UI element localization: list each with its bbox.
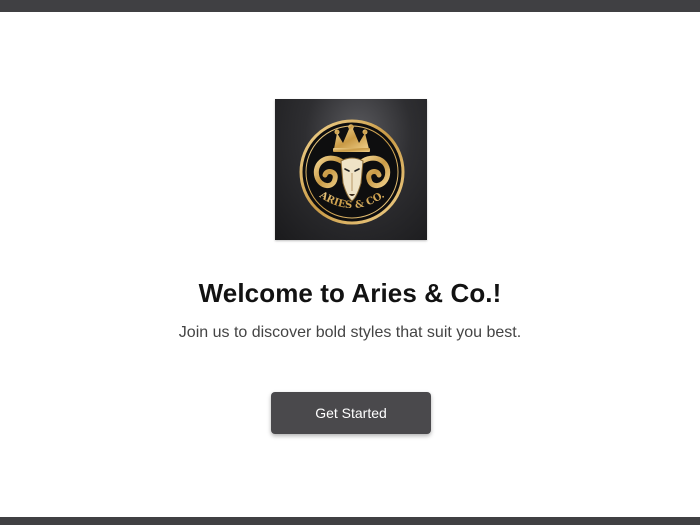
top-chrome-bar (0, 0, 700, 12)
brand-logo: ARIES & CO. (275, 99, 427, 240)
page-subtitle: Join us to discover bold styles that sui… (178, 324, 522, 341)
bottom-chrome-bar (0, 517, 700, 525)
ram-crown-emblem-icon: ARIES & CO. (299, 119, 405, 225)
page-title: Welcome to Aries & Co.! (198, 278, 502, 308)
welcome-screen: ARIES & CO. Welcome to Aries & Co.! Join… (0, 0, 700, 525)
get-started-button[interactable]: Get Started (271, 392, 431, 434)
